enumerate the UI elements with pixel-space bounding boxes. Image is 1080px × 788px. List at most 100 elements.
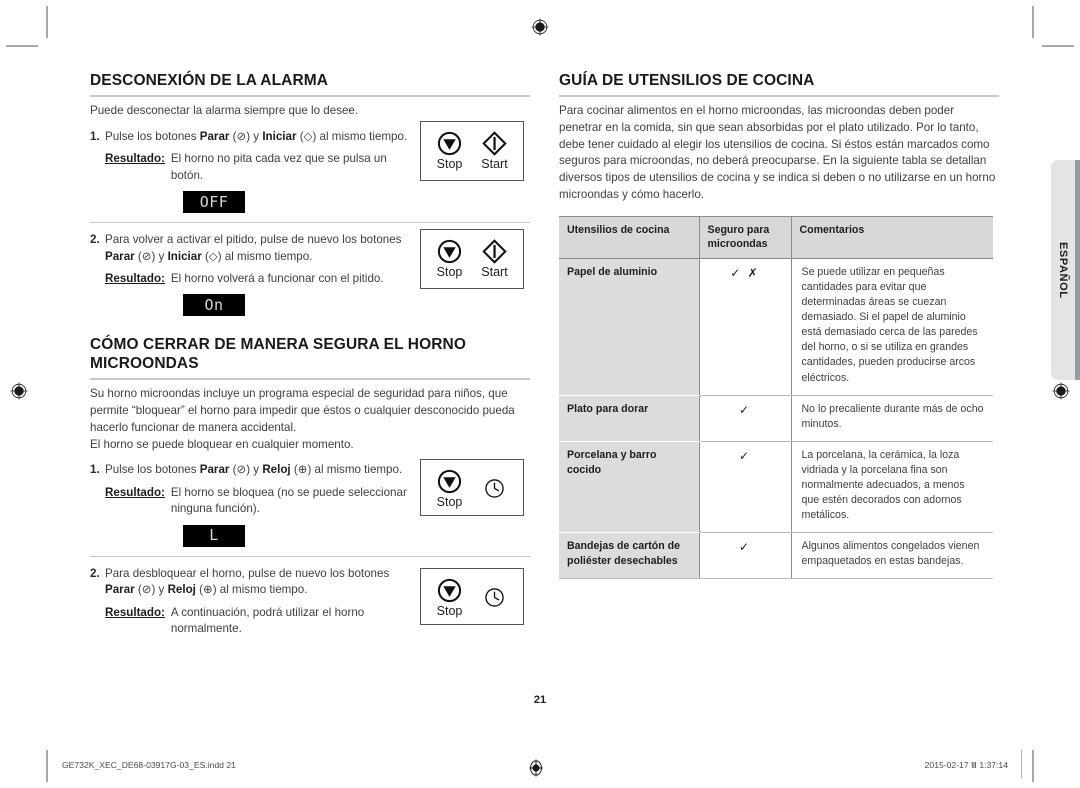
cell-comment: Algunos alimentos congelados vienen empa… xyxy=(791,532,993,579)
crop-mark-bottom-right-v xyxy=(1032,750,1034,782)
cell-utensil-name: Papel de aluminio xyxy=(559,258,700,396)
step-text-b: (⊘) y xyxy=(229,129,263,143)
registration-mark-top xyxy=(531,18,549,36)
step-text-a: Pulse los botones xyxy=(105,129,200,143)
crop-mark-top-left-v xyxy=(46,6,48,38)
step-text-b: (⊘) y xyxy=(134,583,168,597)
step-text-a: Pulse los botones xyxy=(105,463,200,477)
cell-utensil-name: Porcelana y barro cocido xyxy=(559,441,700,533)
registration-mark-right xyxy=(1052,382,1070,400)
page-title-cerrar-seguro: CÓMO CERRAR DE MANERA SEGURA EL HORNO MI… xyxy=(90,336,530,381)
button-stop[interactable]: Stop xyxy=(427,577,472,619)
footer-divider xyxy=(1021,750,1022,778)
result-label: Resultado: xyxy=(105,485,165,499)
start-icon xyxy=(482,130,507,157)
crop-mark-bottom-left-v xyxy=(46,750,48,782)
cell-comment: La porcelana, la cerámica, la loza vidri… xyxy=(791,441,993,533)
table-header-seguro: Seguro para microondas xyxy=(698,215,791,260)
step-number: 1. xyxy=(90,129,100,143)
result-text: El horno volverá a funcionar con el piti… xyxy=(170,271,384,285)
button-clock[interactable] xyxy=(472,468,517,502)
stop-icon xyxy=(437,577,462,604)
utensils-table: Utensilios de cocina Seguro para microon… xyxy=(559,215,993,579)
step-divider xyxy=(90,222,530,224)
led-display-lock: L xyxy=(183,524,245,547)
step-text-bold-parar: Parar xyxy=(105,249,135,263)
step-text: Pulse los botones Parar (⊘) y Iniciar (◇… xyxy=(105,129,410,145)
step-text-a: Para desbloquear el horno, pulse de nuev… xyxy=(105,566,390,580)
step-text-bold-parar: Parar xyxy=(105,583,135,597)
cell-safe-indicator: ✓ xyxy=(699,441,792,533)
step-text-c: (⊕) al mismo tiempo. xyxy=(290,463,403,477)
registration-mark-left xyxy=(10,382,28,400)
cell-safe-indicator: ✓ xyxy=(699,395,792,442)
table-header-row: Utensilios de cocina Seguro para microon… xyxy=(559,215,993,260)
step-text-bold-parar: Parar xyxy=(199,463,230,477)
language-tab-espanol: ESPAÑOL xyxy=(1051,160,1080,380)
cell-utensil-name: Bandejas de cartón de poliéster desechab… xyxy=(559,532,700,579)
button-panel-stop-start-2: Stop Start xyxy=(420,229,524,289)
table-header-utensilios: Utensilios de cocina xyxy=(559,215,699,260)
clock-icon xyxy=(484,475,505,502)
table-row: Porcelana y barro cocido ✓ La porcelana,… xyxy=(559,441,993,533)
button-panel-stop-clock-2: Stop xyxy=(420,568,524,625)
cell-safe-indicator: ✓ xyxy=(699,532,792,579)
step-text-bold-parar: Parar xyxy=(199,129,230,143)
step-number: 2. xyxy=(90,566,100,580)
button-start-label: Start xyxy=(481,157,508,171)
start-icon xyxy=(482,238,507,265)
step-text: Pulse los botones Parar (⊘) y Reloj (⊕) … xyxy=(105,462,410,478)
cell-safe-indicator: ✓ ✗ xyxy=(699,258,792,396)
button-stop-label: Stop xyxy=(436,265,463,279)
crop-mark-top-left-h xyxy=(6,45,38,47)
step-text-bold-iniciar: Iniciar xyxy=(262,129,297,143)
intro-desconexion: Puede desconectar la alarma siempre que … xyxy=(90,103,359,117)
clock-icon xyxy=(484,584,505,611)
button-start[interactable]: Start xyxy=(472,130,517,172)
button-stop-label: Stop xyxy=(436,157,463,171)
stop-icon xyxy=(437,238,462,265)
stop-icon xyxy=(437,468,462,495)
language-tab-label: ESPAÑOL xyxy=(1057,241,1069,299)
button-stop[interactable]: Stop xyxy=(427,130,472,172)
table-row: Bandejas de cartón de poliéster desechab… xyxy=(559,532,993,579)
footer-timestamp: 2015-02-17 Ⅲ 1:37:14 xyxy=(924,760,1008,770)
button-stop[interactable]: Stop xyxy=(427,238,472,280)
crop-mark-top-right-v xyxy=(1032,6,1034,38)
step-divider xyxy=(90,555,530,557)
result-label: Resultado: xyxy=(105,605,165,619)
registration-mark-footer xyxy=(529,759,543,777)
button-panel-stop-clock-1: Stop xyxy=(420,459,524,516)
led-display-value: L xyxy=(209,526,219,545)
step-number: 2. xyxy=(90,233,100,247)
step-text-bold-iniciar: Iniciar xyxy=(167,249,202,263)
button-stop[interactable]: Stop xyxy=(427,468,472,510)
result-label: Resultado: xyxy=(105,152,165,166)
right-column: GUÍA DE UTENSILIOS DE COCINA Para cocina… xyxy=(559,72,999,579)
footer-filename: GE732K_XEC_DE68-03917G-03_ES.indd 21 xyxy=(62,760,236,770)
result-text: El horno no pita cada vez que se pulsa u… xyxy=(170,152,387,182)
button-start[interactable]: Start xyxy=(472,238,517,280)
step-text-bold-reloj: Reloj xyxy=(262,463,291,477)
cell-comment: Se puede utilizar en pequeñas cantidades… xyxy=(791,258,993,396)
table-header-comentarios: Comentarios xyxy=(790,215,993,260)
cell-comment: No lo precaliente durante más de ocho mi… xyxy=(791,395,993,442)
step-text-b: (⊘) y xyxy=(229,463,263,477)
page-title-guia-utensilios: GUÍA DE UTENSILIOS DE COCINA xyxy=(559,72,999,97)
result-text: El horno se bloquea (no se puede selecci… xyxy=(170,485,407,516)
intro-guia-utensilios: Para cocinar alimentos en el horno micro… xyxy=(559,103,996,201)
step-text: Para volver a activar el pitido, pulse d… xyxy=(105,232,410,265)
step-text-c: (◇) al mismo tiempo. xyxy=(201,249,313,263)
step-text-bold-reloj: Reloj xyxy=(167,583,196,597)
table-row: Papel de aluminio ✓ ✗ Se puede utilizar … xyxy=(559,258,993,396)
led-display-value: On xyxy=(204,295,224,314)
cell-utensil-name: Plato para dorar xyxy=(559,395,700,442)
button-clock[interactable] xyxy=(472,577,517,611)
manual-page: DESCONEXIÓN DE LA ALARMA Puede desconect… xyxy=(0,0,1080,788)
button-stop-label: Stop xyxy=(436,495,463,509)
button-start-label: Start xyxy=(481,265,508,279)
step-text: Para desbloquear el horno, pulse de nuev… xyxy=(105,566,410,599)
button-panel-stop-start-1: Stop Start xyxy=(420,121,524,181)
step-text-b: (⊘) y xyxy=(134,249,168,263)
page-number: 21 xyxy=(533,694,547,706)
